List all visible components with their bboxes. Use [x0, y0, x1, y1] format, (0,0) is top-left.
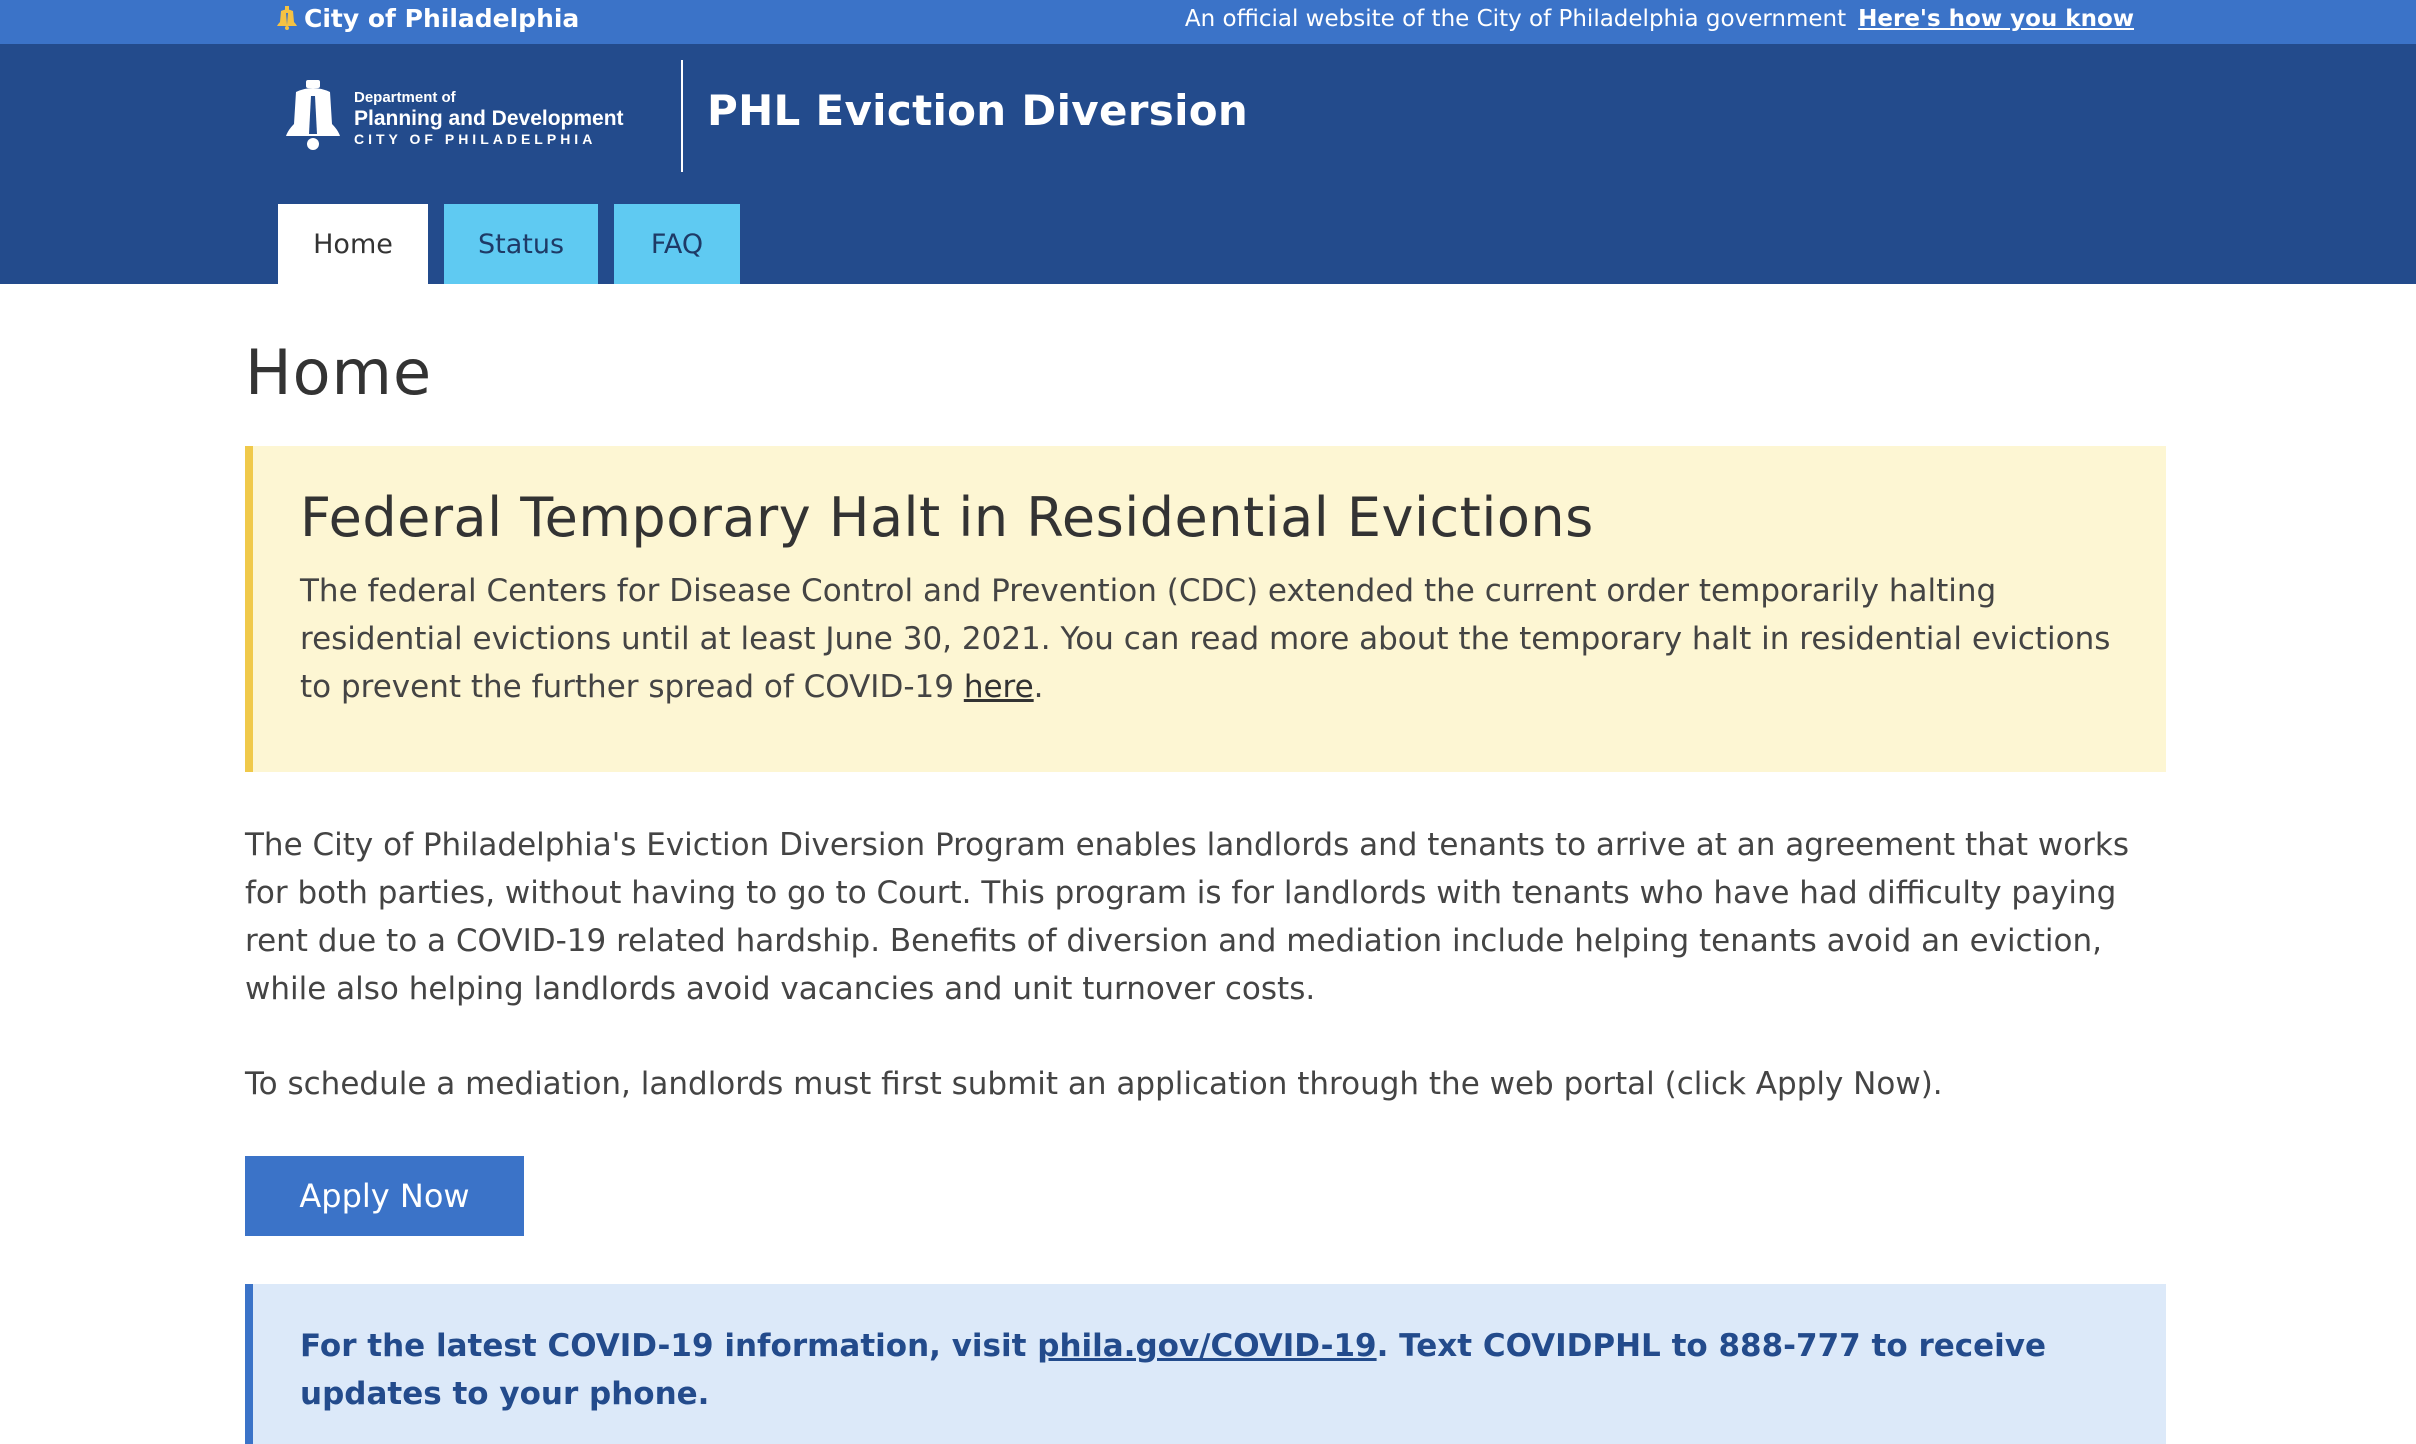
covid-info-before: For the latest COVID-19 information, vis… — [300, 1328, 1038, 1364]
tab-status[interactable]: Status — [444, 204, 598, 284]
city-of-philadelphia-link[interactable]: City of Philadelphia — [276, 0, 579, 36]
covid-info-notice: For the latest COVID-19 information, vis… — [245, 1284, 2166, 1444]
liberty-bell-icon — [284, 78, 342, 158]
schedule-instructions: To schedule a mediation, landlords must … — [245, 1066, 1943, 1102]
tab-home[interactable]: Home — [278, 204, 428, 284]
notice-here-link[interactable]: here — [964, 669, 1034, 705]
official-banner: City of Philadelphia An official website… — [0, 0, 2416, 44]
notice-end: . — [1033, 669, 1044, 705]
notice-body: The federal Centers for Disease Control … — [300, 567, 2116, 711]
apply-now-button[interactable]: Apply Now — [245, 1156, 524, 1236]
site-title[interactable]: PHL Eviction Diversion — [707, 86, 1248, 138]
city-label: City of Philadelphia — [304, 3, 580, 33]
header-divider — [681, 60, 683, 172]
department-line-2: Planning and Development — [354, 106, 624, 130]
liberty-bell-icon — [276, 5, 298, 31]
main-nav: Home Status FAQ — [278, 204, 740, 284]
covid-info-link[interactable]: phila.gov/COVID-19 — [1037, 1328, 1376, 1364]
notice-heading: Federal Temporary Halt in Residential Ev… — [300, 486, 1594, 549]
page-title: Home — [245, 336, 433, 409]
site-header: Department of Planning and Development C… — [0, 44, 2416, 284]
tab-faq[interactable]: FAQ — [614, 204, 740, 284]
how-you-know-link[interactable]: Here's how you know — [1858, 6, 2134, 32]
official-notice: An official website of the City of Phila… — [1185, 0, 2134, 38]
program-description: The City of Philadelphia's Eviction Dive… — [245, 827, 2130, 1007]
department-logo[interactable]: Department of Planning and Development C… — [284, 70, 644, 166]
notice-text: The federal Centers for Disease Control … — [300, 573, 2111, 705]
eviction-halt-notice: Federal Temporary Halt in Residential Ev… — [245, 446, 2166, 772]
department-name: Department of Planning and Development C… — [354, 89, 624, 146]
covid-info-text: For the latest COVID-19 information, vis… — [300, 1322, 2106, 1418]
department-line-1: Department of — [354, 89, 456, 107]
department-line-3: CITY OF PHILADELPHIA — [354, 130, 597, 147]
official-text: An official website of the City of Phila… — [1184, 6, 1847, 32]
